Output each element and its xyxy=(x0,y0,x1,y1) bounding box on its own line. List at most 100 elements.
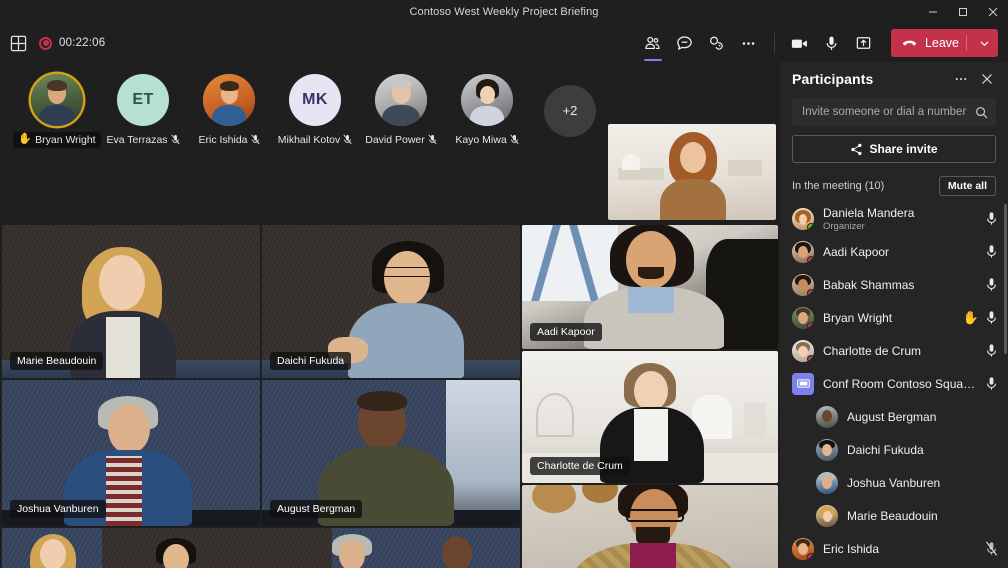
presence-indicator xyxy=(807,355,814,362)
roster-overflow[interactable]: +2 xyxy=(530,85,610,137)
more-options-button[interactable] xyxy=(734,28,764,58)
leave-button[interactable]: Leave xyxy=(891,29,998,57)
recording-indicator: 00:22:06 xyxy=(39,37,105,50)
microphone-icon[interactable] xyxy=(985,343,998,358)
participant-name: Marie Beaudouin xyxy=(847,509,998,523)
participant-row-joshua-vanburen[interactable]: Joshua Vanburen xyxy=(780,466,1008,499)
roster-overflow-count: +2 xyxy=(544,85,596,137)
roster-item-mikhail-kotov[interactable]: MK Mikhail Kotov xyxy=(272,74,358,148)
avatar xyxy=(792,307,814,329)
minimize-button[interactable] xyxy=(918,0,948,24)
muted-mic-icon xyxy=(343,134,352,145)
participants-title: Participants xyxy=(792,71,946,87)
close-button[interactable] xyxy=(978,0,1008,24)
microphone-icon[interactable] xyxy=(985,376,998,391)
chevron-down-icon xyxy=(979,38,990,49)
roster-name-chip: David Power xyxy=(360,132,442,148)
roster-name: Mikhail Kotov xyxy=(278,134,340,146)
chat-button[interactable] xyxy=(670,28,700,58)
microphone-icon[interactable] xyxy=(985,211,998,226)
tile-name-label: Marie Beaudouin xyxy=(10,352,103,370)
participants-close-button[interactable] xyxy=(976,68,998,90)
avatar xyxy=(792,274,814,296)
participant-row-charlotte-de-crum[interactable]: Charlotte de Crum xyxy=(780,334,1008,367)
video-stage: ✋ Bryan Wright ET Eva Terrazas xyxy=(0,62,780,568)
muted-mic-icon xyxy=(428,134,437,145)
video-tile-aadi-kapoor[interactable]: Aadi Kapoor xyxy=(522,225,778,349)
roster-item-eva-terrazas[interactable]: ET Eva Terrazas xyxy=(100,74,186,148)
participant-row-eric-ishida[interactable]: Eric Ishida xyxy=(780,532,1008,565)
avatar xyxy=(461,74,513,126)
microphone-icon[interactable] xyxy=(985,310,998,325)
participant-row-conf-room[interactable]: Conf Room Contoso Square 14... xyxy=(780,367,1008,400)
participant-row-bryan-wright[interactable]: Bryan Wright ✋ xyxy=(780,301,1008,334)
video-tile-charlotte-de-crum[interactable]: Charlotte de Crum xyxy=(522,351,778,483)
toolbar-divider xyxy=(774,33,775,53)
participant-name: Daichi Fukuda xyxy=(847,443,998,457)
participant-name: Daniela Mandera xyxy=(823,206,976,220)
video-tile-daniela-mandera[interactable] xyxy=(608,124,776,220)
microphone-icon[interactable] xyxy=(985,277,998,292)
roster-name: Eva Terrazas xyxy=(106,134,167,146)
roster-item-bryan-wright[interactable]: ✋ Bryan Wright xyxy=(14,74,100,148)
roster-item-eric-ishida[interactable]: Eric Ishida xyxy=(186,74,272,148)
grid-layout-icon[interactable] xyxy=(10,35,27,52)
video-tile-daichi-fukuda[interactable]: Daichi Fukuda xyxy=(262,225,520,378)
record-dot-icon xyxy=(39,37,52,50)
leave-dropdown-button[interactable] xyxy=(974,38,994,49)
leave-divider xyxy=(966,35,967,51)
tile-name-text: Daichi Fukuda xyxy=(277,355,344,367)
roster-name-chip: Eric Ishida xyxy=(193,132,264,148)
window-title: Contoso West Weekly Project Briefing xyxy=(409,6,598,18)
video-tile-conf-room[interactable]: Conf Room Contoso Square 1432 (5) ··· xyxy=(2,528,520,568)
muted-mic-icon xyxy=(251,134,260,145)
presence-indicator xyxy=(807,553,814,560)
share-screen-button[interactable] xyxy=(849,28,879,58)
roster-item-david-power[interactable]: David Power xyxy=(358,74,444,148)
tile-name-text: August Bergman xyxy=(277,503,355,515)
video-tile-august-bergman[interactable]: August Bergman xyxy=(262,380,520,526)
tile-name-text: Charlotte de Crum xyxy=(537,460,623,472)
share-invite-button[interactable]: Share invite xyxy=(792,135,996,163)
participant-row-daniela-mandera[interactable]: Daniela Mandera Organizer xyxy=(780,202,1008,235)
participant-info: Daichi Fukuda xyxy=(847,443,998,457)
microphone-icon[interactable] xyxy=(985,244,998,259)
mute-all-button[interactable]: Mute all xyxy=(939,176,996,196)
participant-row-august-bergman[interactable]: August Bergman xyxy=(780,400,1008,433)
video-tile-marie-beaudouin[interactable]: Marie Beaudouin xyxy=(2,225,260,378)
participant-row-aadi-kapoor[interactable]: Aadi Kapoor xyxy=(780,235,1008,268)
presence-indicator xyxy=(807,256,814,263)
roster-name-chip: Eva Terrazas xyxy=(101,132,184,148)
toolbar-right-group: Leave xyxy=(638,24,998,62)
participant-row-daichi-fukuda[interactable]: Daichi Fukuda xyxy=(780,433,1008,466)
tile-name-text: Aadi Kapoor xyxy=(537,326,595,338)
participants-scrollbar[interactable] xyxy=(1004,204,1007,354)
hangup-icon xyxy=(901,35,918,52)
participant-row-babak-shammas[interactable]: Babak Shammas xyxy=(780,268,1008,301)
reactions-button[interactable] xyxy=(702,28,732,58)
roster-name: Kayo Miwa xyxy=(455,134,506,146)
close-icon xyxy=(981,73,993,85)
participant-row-marie-beaudouin[interactable]: Marie Beaudouin xyxy=(780,499,1008,532)
video-tile-joshua-vanburen[interactable]: Joshua Vanburen xyxy=(2,380,260,526)
avatar xyxy=(31,74,83,126)
roster-item-kayo-miwa[interactable]: Kayo Miwa xyxy=(444,74,530,148)
presence-indicator xyxy=(807,289,814,296)
invite-search-box[interactable] xyxy=(792,98,996,126)
muted-microphone-icon[interactable] xyxy=(985,541,998,556)
participant-info: Eric Ishida xyxy=(823,542,976,556)
participants-more-button[interactable] xyxy=(950,68,972,90)
camera-button[interactable] xyxy=(785,28,815,58)
people-button[interactable] xyxy=(638,28,668,58)
participants-list[interactable]: Daniela Mandera Organizer xyxy=(780,200,1008,568)
title-bar: Contoso West Weekly Project Briefing xyxy=(0,0,1008,24)
participants-panel: Participants xyxy=(780,62,1008,568)
avatar-initials-text: ET xyxy=(132,91,153,109)
video-tile-babak-shammas[interactable]: Babak Shammas xyxy=(522,485,778,568)
search-input[interactable] xyxy=(802,106,975,118)
maximize-button[interactable] xyxy=(948,0,978,24)
microphone-button[interactable] xyxy=(817,28,847,58)
tile-name-label: Aadi Kapoor xyxy=(530,323,602,341)
window-controls xyxy=(918,0,1008,24)
participant-name: Bryan Wright xyxy=(823,311,954,325)
